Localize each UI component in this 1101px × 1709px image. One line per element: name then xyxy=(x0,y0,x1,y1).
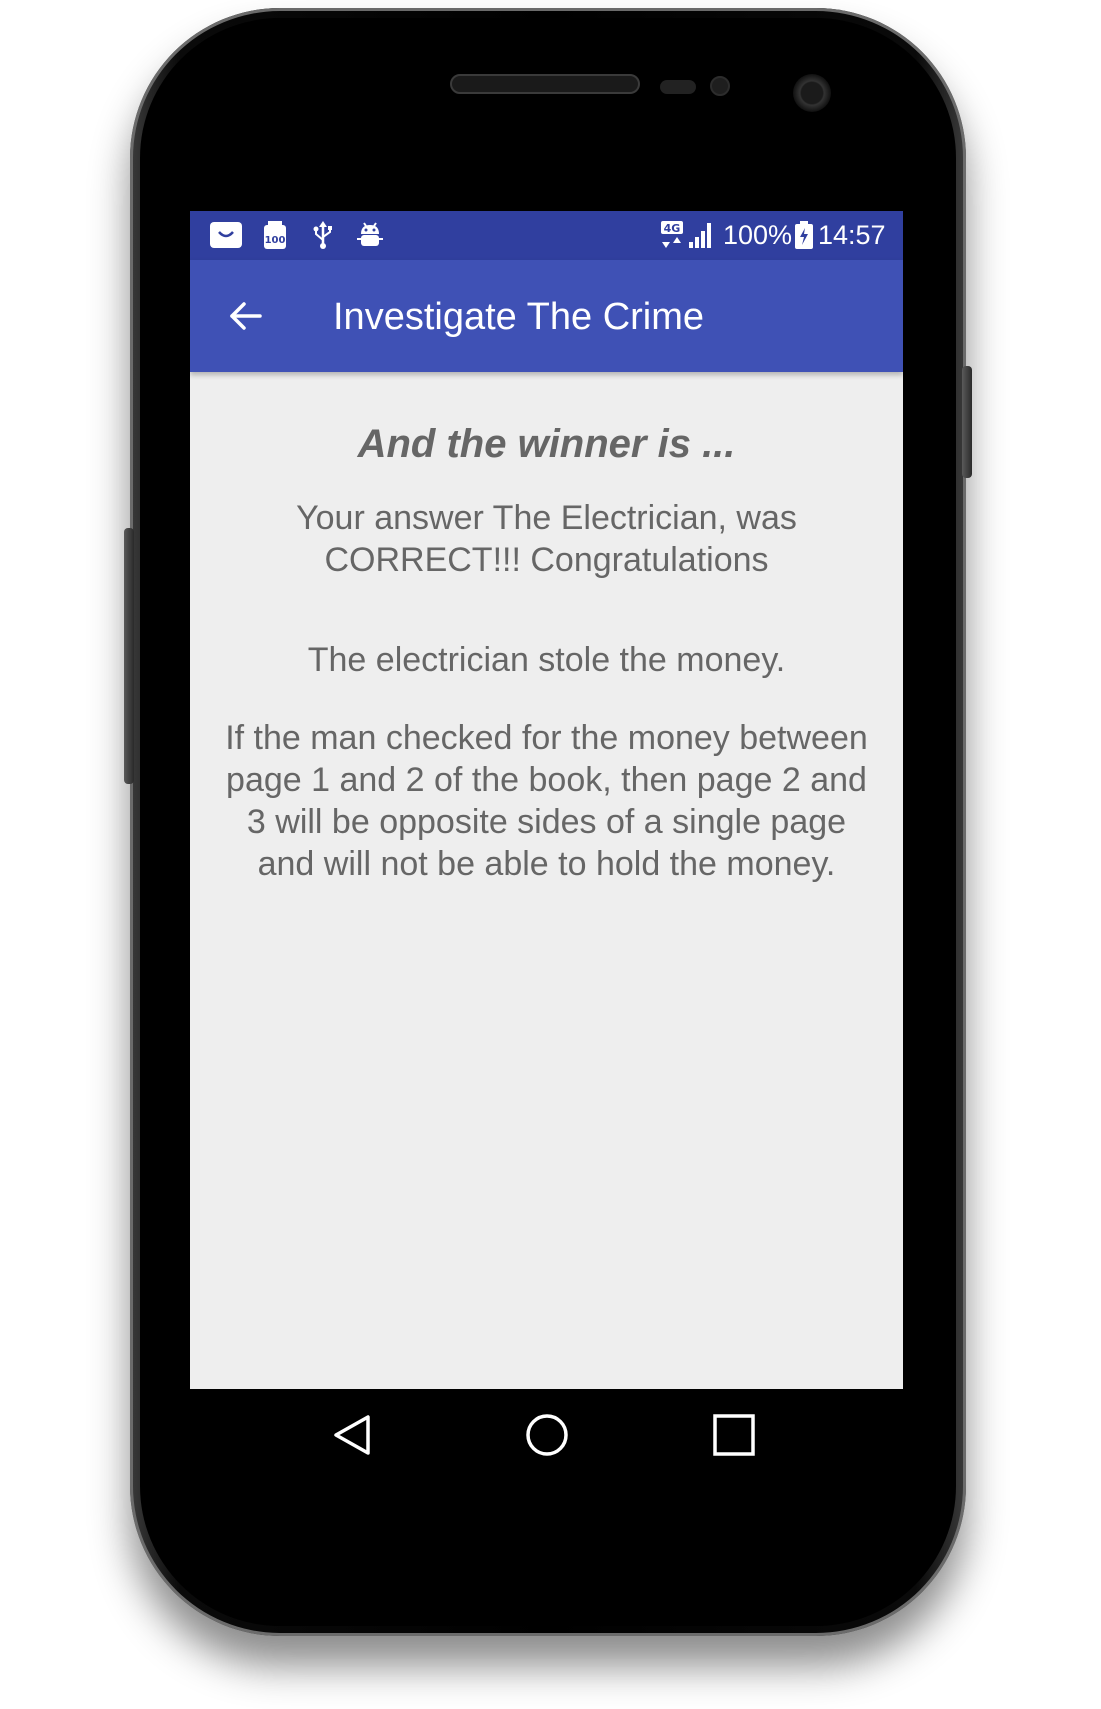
culprit-text: The electrician stole the money. xyxy=(307,641,786,679)
screen: 100 4G 100% 14:57 Investigate The Crime … xyxy=(190,211,903,1479)
navigation-bar xyxy=(190,1389,903,1479)
status-bar: 100 4G 100% 14:57 xyxy=(190,211,903,260)
nav-back-icon xyxy=(334,1415,370,1455)
power-button xyxy=(962,366,972,478)
nav-home-button[interactable] xyxy=(517,1405,577,1465)
winner-heading: And the winner is ... xyxy=(357,422,736,466)
usb-icon xyxy=(312,221,334,249)
front-camera xyxy=(793,74,831,112)
shopping-bag-icon xyxy=(209,221,243,249)
page-title: Investigate The Crime xyxy=(333,296,705,338)
battery-saver-100-icon: 100 xyxy=(262,221,288,249)
signal-icon xyxy=(687,221,715,249)
svg-text:100: 100 xyxy=(265,235,286,246)
earpiece-speaker xyxy=(450,74,640,94)
volume-button xyxy=(124,528,134,784)
battery-percent: 100% xyxy=(723,220,793,250)
light-sensor xyxy=(710,76,730,96)
app-bar: Investigate The Crime xyxy=(190,260,903,372)
clock: 14:57 xyxy=(818,220,886,250)
proximity-sensor xyxy=(660,80,696,94)
nav-home-icon xyxy=(526,1414,568,1456)
network-type-label: 4G xyxy=(664,222,681,235)
answer-result-text: Your answer The Electrician, was CORRECT… xyxy=(296,499,797,579)
explanation-text: If the man checked for the money between… xyxy=(225,719,868,883)
nav-recents-icon xyxy=(713,1414,755,1456)
4g-data-icon: 4G xyxy=(660,221,684,249)
arrow-back-icon xyxy=(230,302,262,330)
nav-back-button[interactable] xyxy=(322,1405,382,1465)
back-button[interactable] xyxy=(220,290,272,342)
android-debug-icon xyxy=(356,221,384,249)
nav-recents-button[interactable] xyxy=(704,1405,764,1465)
battery-charging-icon xyxy=(794,221,814,249)
